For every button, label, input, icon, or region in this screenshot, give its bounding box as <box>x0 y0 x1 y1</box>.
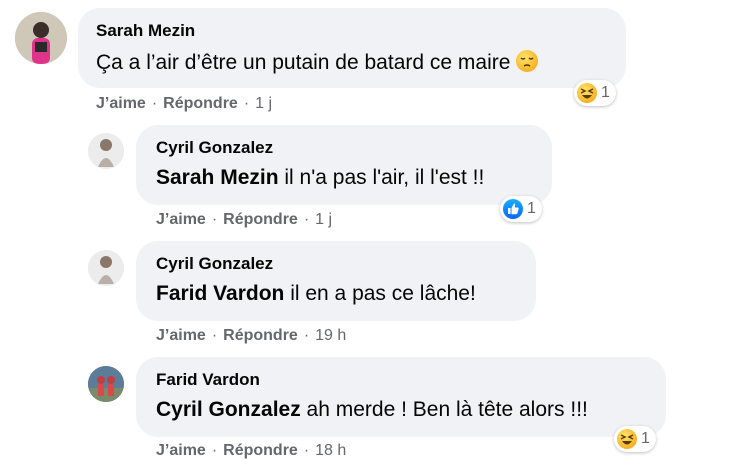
comment-body: ah merde ! Ben là tête alors !!! <box>306 398 588 421</box>
comment-author[interactable]: Farid Vardon <box>156 370 260 390</box>
avatar-photo <box>88 366 124 402</box>
reaction-count: 1 <box>641 430 650 447</box>
reply-button[interactable]: Répondre <box>223 442 298 459</box>
reply-farid-vardon: Farid Vardon Cyril Gonzalez ah merde ! B… <box>0 0 740 467</box>
comment-bubble <box>136 357 666 437</box>
comment-actions: J’aime · Répondre · 18 h <box>156 442 346 460</box>
reaction-badge[interactable]: 1 <box>614 426 656 452</box>
separator: · <box>211 442 218 459</box>
timestamp[interactable]: 18 h <box>315 442 346 459</box>
avatar-farid-vardon[interactable] <box>88 366 124 402</box>
comment-text: Cyril Gonzalez ah merde ! Ben là tête al… <box>156 398 588 422</box>
haha-icon <box>617 429 637 449</box>
like-button[interactable]: J’aime <box>156 442 206 459</box>
mention-link[interactable]: Cyril Gonzalez <box>156 398 301 421</box>
separator: · <box>303 442 310 459</box>
